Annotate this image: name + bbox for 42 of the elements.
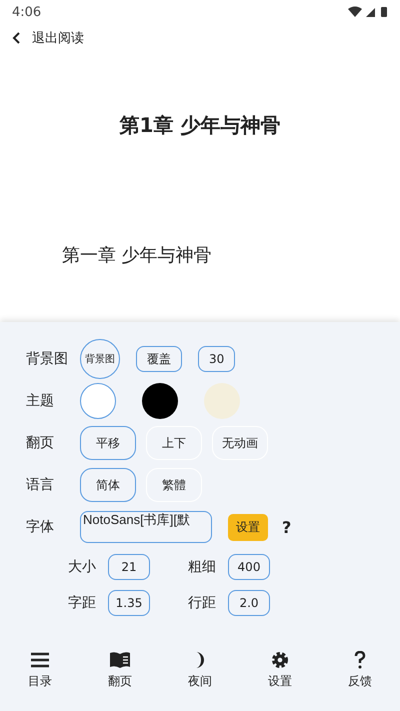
page-turn-option[interactable]: 无动画 [212, 426, 268, 460]
metric-field[interactable]: 2.0 [228, 590, 270, 616]
set-button[interactable]: 设置 [228, 514, 268, 540]
back-chevron-icon [12, 32, 22, 44]
background-option[interactable]: 30 [198, 346, 236, 372]
theme-swatch[interactable] [142, 383, 178, 419]
status-icons [348, 6, 388, 18]
background-option[interactable]: 背景图 [80, 339, 120, 379]
language-option[interactable]: 简体 [80, 468, 136, 502]
setting-label: 翻页 [26, 434, 55, 452]
page-turn-option[interactable]: 上下 [146, 426, 202, 460]
chapter-title: 第1章 少年与神骨 [118, 112, 282, 139]
chapter-heading: 第一章 少年与神骨 [62, 244, 213, 267]
theme-swatch[interactable] [204, 383, 240, 419]
metric-field[interactable]: 400 [228, 554, 270, 580]
metric-label: 行距 [188, 594, 216, 612]
nav-item[interactable]: 设置 [252, 650, 308, 691]
menu-icon [30, 651, 50, 669]
nav-item[interactable]: 目录 [12, 650, 68, 691]
book-icon [109, 651, 131, 669]
theme-swatch[interactable] [80, 383, 116, 419]
metric-field[interactable]: 1.35 [108, 590, 150, 616]
metric-field[interactable]: 21 [108, 554, 150, 580]
setting-label: 主题 [26, 392, 55, 410]
font-field[interactable]: NotoSans[书库][默 [80, 511, 212, 543]
help-icon [354, 651, 366, 669]
setting-label: 字体 [26, 518, 55, 536]
background-option[interactable]: 覆盖 [136, 346, 182, 372]
help-button[interactable]: ? [278, 518, 296, 536]
nav-item[interactable]: 夜间 [172, 650, 228, 691]
nav-item[interactable]: 反馈 [332, 650, 388, 691]
status-time: 4:06 [12, 4, 42, 20]
metric-label: 粗细 [188, 558, 216, 576]
back-button[interactable]: 退出阅读 [10, 27, 86, 49]
setting-label: 背景图 [26, 350, 69, 368]
nav-item[interactable]: 翻页 [92, 650, 148, 691]
metric-label: 字距 [68, 594, 96, 612]
page-turn-option[interactable]: 平移 [80, 426, 136, 460]
metric-label: 大小 [68, 558, 96, 576]
settings-icon [271, 651, 289, 669]
language-option[interactable]: 繁體 [146, 468, 202, 502]
setting-label: 语言 [26, 476, 55, 494]
